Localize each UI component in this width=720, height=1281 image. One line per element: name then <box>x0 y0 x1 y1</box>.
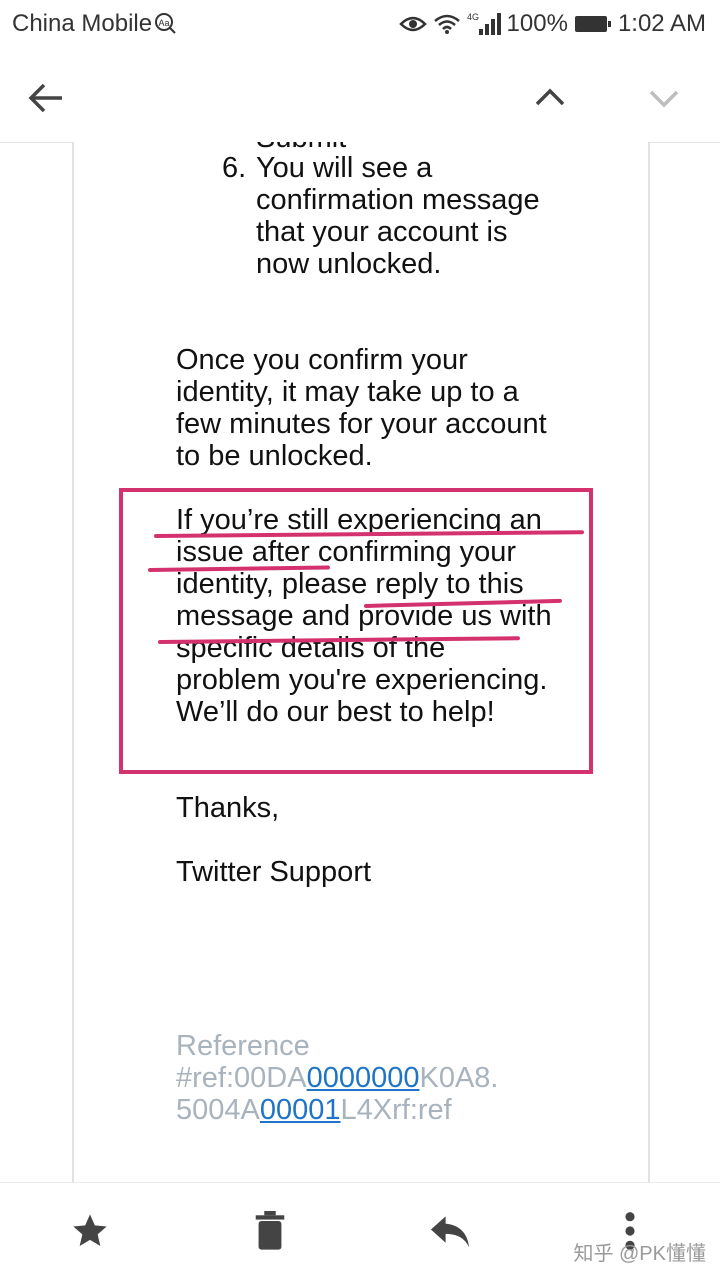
email-body: Submit 6. You will see a confirmation me… <box>72 142 650 1182</box>
star-button[interactable] <box>66 1207 114 1255</box>
trash-icon <box>255 1211 285 1250</box>
signature: Twitter Support <box>176 856 372 888</box>
reference-prefix: #ref:00DA <box>176 1062 307 1094</box>
reference-middle: K0A8. <box>419 1062 499 1094</box>
delete-button[interactable] <box>246 1207 294 1255</box>
list-item-text: You will see a confirmation message that… <box>256 152 540 280</box>
back-arrow-icon[interactable] <box>26 78 66 118</box>
reference-line-3: 5004A00001L4Xrf:ref <box>176 1094 576 1126</box>
reference-line-2: #ref:00DA0000000K0A8. <box>176 1062 576 1094</box>
signal-icon: 4G <box>467 12 501 35</box>
svg-text:Aa: Aa <box>158 18 169 28</box>
eye-icon <box>398 16 427 32</box>
paragraph-confirm: Once you confirm your identity, it may t… <box>176 344 547 472</box>
carrier-name: China Mobile <box>12 10 153 37</box>
reference-block: Reference #ref:00DA0000000K0A8. 5004A000… <box>176 1030 576 1126</box>
reply-icon <box>430 1216 470 1248</box>
watermark: 知乎 @PK懂懂 <box>573 1243 706 1265</box>
star-icon <box>73 1214 107 1246</box>
next-message-icon[interactable] <box>646 80 682 116</box>
battery-percent: 100% <box>506 10 568 37</box>
reference-suffix: L4Xrf:ref <box>340 1094 452 1126</box>
reference-link-2[interactable]: 00001 <box>260 1094 341 1126</box>
closing-thanks: Thanks, <box>176 792 280 824</box>
status-bar: China Mobile Aa 4G 100% 1:02 AM <box>0 0 720 50</box>
toolbar <box>0 50 720 143</box>
reference-label: Reference <box>176 1030 310 1062</box>
reply-button[interactable] <box>426 1207 474 1255</box>
wifi-icon <box>433 14 460 34</box>
clock: 1:02 AM <box>617 10 706 37</box>
reference-line3-prefix: 5004A <box>176 1094 260 1126</box>
battery-icon <box>574 16 611 32</box>
reference-link-1[interactable]: 0000000 <box>307 1062 420 1094</box>
list-number: 6. <box>222 152 247 184</box>
network-type-label: 4G <box>467 12 479 22</box>
previous-message-icon[interactable] <box>532 80 568 116</box>
status-icons: 4G 100% 1:02 AM <box>398 8 706 40</box>
bottom-action-bar: 知乎 @PK懂懂 <box>0 1182 720 1281</box>
carrier-badge-icon: Aa <box>155 13 176 34</box>
